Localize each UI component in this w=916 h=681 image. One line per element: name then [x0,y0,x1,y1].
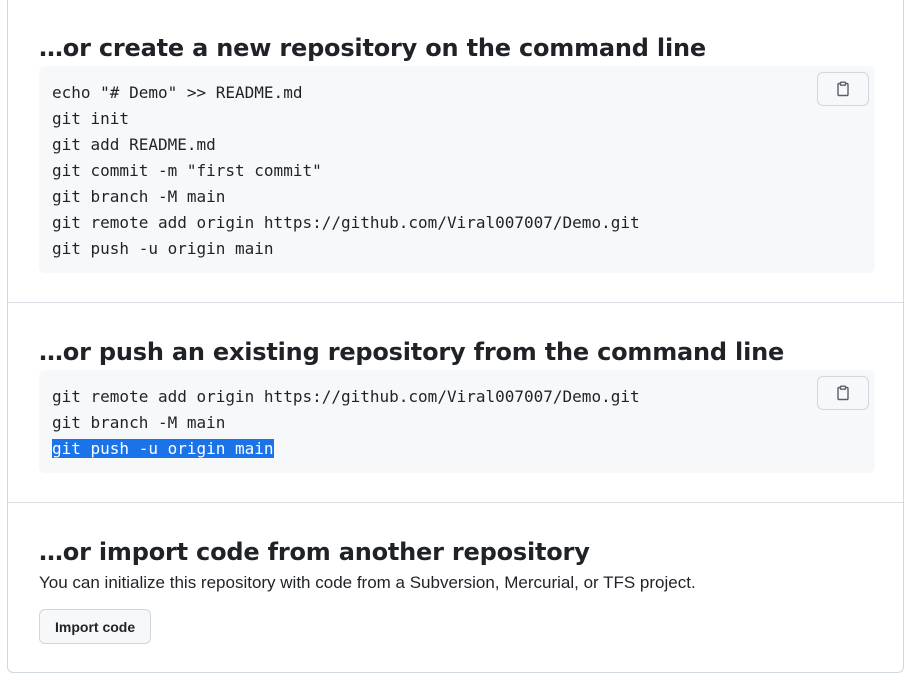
code-line: git remote add origin https://github.com… [52,387,640,406]
code-line: git push -u origin main [52,239,274,258]
code-line: git branch -M main [52,187,226,206]
code-line: git remote add origin https://github.com… [52,213,640,232]
code-line-selected: git push -u origin main [52,436,875,462]
copy-button[interactable] [817,376,869,410]
clipboard-icon [835,81,851,97]
section-divider [8,302,903,303]
create-repo-title: …or create a new repository on the comma… [39,34,706,62]
selected-text: git push -u origin main [52,439,274,458]
code-line: git add README.md [52,135,216,154]
code-line: git init [52,109,130,128]
import-description: You can initialize this repository with … [39,573,696,592]
code-line: git commit -m "first commit" [52,161,322,180]
import-code-button[interactable]: Import code [39,609,152,644]
code-line: echo "# Demo" >> README.md [52,83,303,102]
clipboard-icon [835,385,851,401]
import-code-title: …or import code from another repository [39,538,590,566]
section-divider [8,502,903,503]
create-repo-code-block: echo "# Demo" >> README.md git init git … [39,66,875,273]
push-existing-title: …or push an existing repository from the… [39,338,785,366]
push-existing-code-block: git remote add origin https://github.com… [39,370,875,473]
quick-setup-panel: …or create a new repository on the comma… [7,0,904,673]
code-line: git branch -M main [52,413,226,432]
copy-button[interactable] [817,72,869,106]
